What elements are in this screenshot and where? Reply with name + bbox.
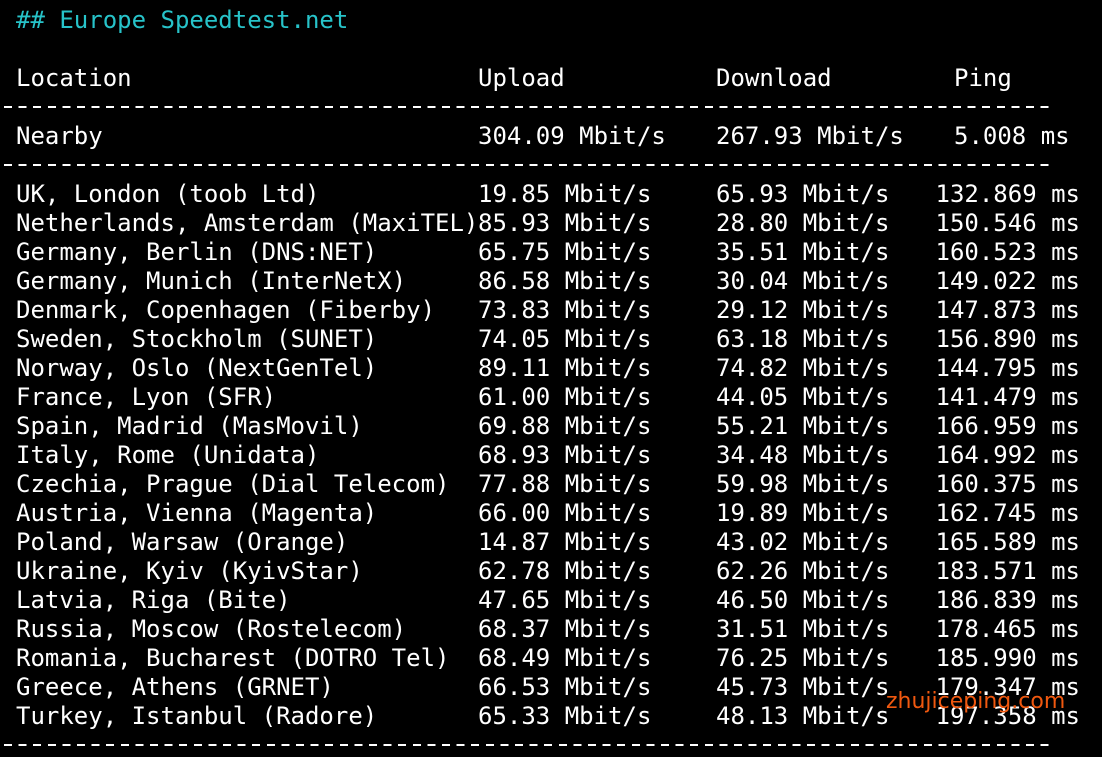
row-ping: 186.839 ms [935,586,1081,614]
divider-line [4,106,1052,108]
nearby-location: Nearby [16,122,103,150]
divider-line [4,744,1052,746]
row-ping: 147.873 ms [935,296,1081,324]
row-ping: 185.990 ms [935,644,1081,672]
table-row: Austria, Vienna (Magenta) 66.00 Mbit/s 19.… [0,499,1102,528]
table-row: Denmark, Copenhagen (Fiberby) 73.83 Mbit/… [0,296,1102,325]
watermark-text: zhujiceping.com [886,689,1066,714]
table-row: Netherlands, Amsterdam (MaxiTEL) 85.93 Mb… [0,209,1102,238]
row-ping: 160.375 ms [935,470,1081,498]
nearby-upload: 304.09 Mbit/s [478,122,666,150]
table-row: Norway, Oslo (NextGenTel) 89.11 Mbit/s 74.… [0,354,1102,383]
row-ping: 149.022 ms [935,267,1081,295]
table-row: Poland, Warsaw (Orange) 14.87 Mbit/s 43.02… [0,528,1102,557]
table-row: Russia, Moscow (Rostelecom) 68.37 Mbit/s 3… [0,615,1102,644]
row-ping: 166.959 ms [935,412,1081,440]
row-ping: 164.992 ms [935,441,1081,469]
divider-line [4,164,1052,166]
row-ping: 132.869 ms [935,180,1081,208]
column-header-download: Download [716,64,832,92]
table-row: Germany, Berlin (DNS:NET) 65.75 Mbit/s 35.… [0,238,1102,267]
table-row: Italy, Rome (Unidata) 68.93 Mbit/s 34.48 M… [0,441,1102,470]
table-row: Spain, Madrid (MasMovil) 69.88 Mbit/s 55.2… [0,412,1102,441]
table-row: Sweden, Stockholm (SUNET) 74.05 Mbit/s 63.… [0,325,1102,354]
table-row: UK, London (toob Ltd) 19.85 Mbit/s 65.93 M… [0,180,1102,209]
nearby-ping: 5.008 ms [954,122,1070,150]
terminal-window[interactable]: ## Europe Speedtest.net Location Upload … [0,0,1102,757]
section-heading: ## Europe Speedtest.net [16,6,349,34]
row-ping: 150.546 ms [935,209,1081,237]
row-ping: 162.745 ms [935,499,1081,527]
row-ping: 165.589 ms [935,528,1081,556]
row-ping: 144.795 ms [935,354,1081,382]
table-row: Germany, Munich (InterNetX) 86.58 Mbit/s 3… [0,267,1102,296]
table-row: Romania, Bucharest (DOTRO Tel) 68.49 Mbit… [0,644,1102,673]
row-ping: 178.465 ms [935,615,1081,643]
table-row: Latvia, Riga (Bite) 47.65 Mbit/s 46.50 Mbi… [0,586,1102,615]
column-header-ping: Ping [954,64,1012,92]
nearby-download: 267.93 Mbit/s [716,122,904,150]
row-ping: 160.523 ms [935,238,1081,266]
row-ping: 141.479 ms [935,383,1081,411]
column-header-upload: Upload [478,64,565,92]
table-row: France, Lyon (SFR) 61.00 Mbit/s 44.05 Mbit… [0,383,1102,412]
table-row: Czechia, Prague (Dial Telecom) 77.88 Mbit… [0,470,1102,499]
row-ping: 156.890 ms [935,325,1081,353]
column-header-row: Location Upload Download Ping [0,64,1102,93]
row-ping: 183.571 ms [935,557,1081,585]
table-row: Ukraine, Kyiv (KyivStar) 62.78 Mbit/s 62.2… [0,557,1102,586]
column-header-location: Location [16,64,132,92]
nearby-row: Nearby 304.09 Mbit/s 267.93 Mbit/s 5.008… [0,122,1102,151]
